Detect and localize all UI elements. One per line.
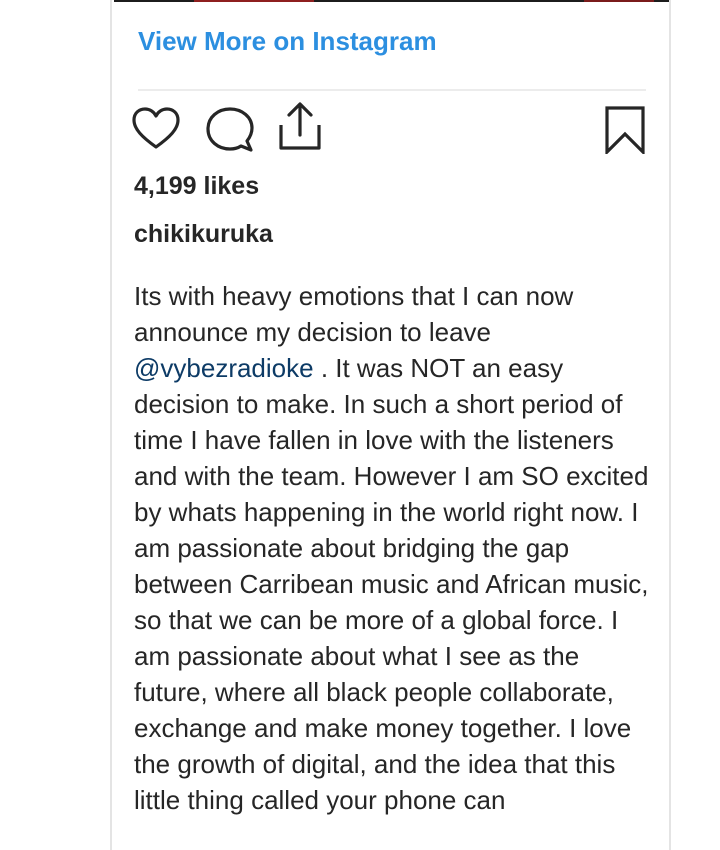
share-upload-icon[interactable] <box>277 101 323 151</box>
comment-bubble-icon[interactable] <box>206 107 254 153</box>
instagram-embed-card: View More on Instagram 4,199 likes chiki… <box>110 0 671 850</box>
caption-text-start: Its with heavy emotions that I can now a… <box>134 281 574 347</box>
view-more-on-instagram-link[interactable]: View More on Instagram <box>138 26 437 57</box>
post-media-image[interactable] <box>114 0 669 2</box>
divider <box>138 89 646 91</box>
post-username[interactable]: chikikuruka <box>134 220 273 249</box>
post-caption: Its with heavy emotions that I can now a… <box>134 278 654 818</box>
likes-count: 4,199 likes <box>134 172 260 200</box>
page: View More on Instagram 4,199 likes chiki… <box>0 0 720 850</box>
heart-icon[interactable] <box>132 107 180 151</box>
mention-link[interactable]: @vybezradioke <box>134 353 314 383</box>
caption-text-rest: . It was NOT an easy decision to make. I… <box>134 353 649 815</box>
bookmark-icon[interactable] <box>605 106 645 154</box>
